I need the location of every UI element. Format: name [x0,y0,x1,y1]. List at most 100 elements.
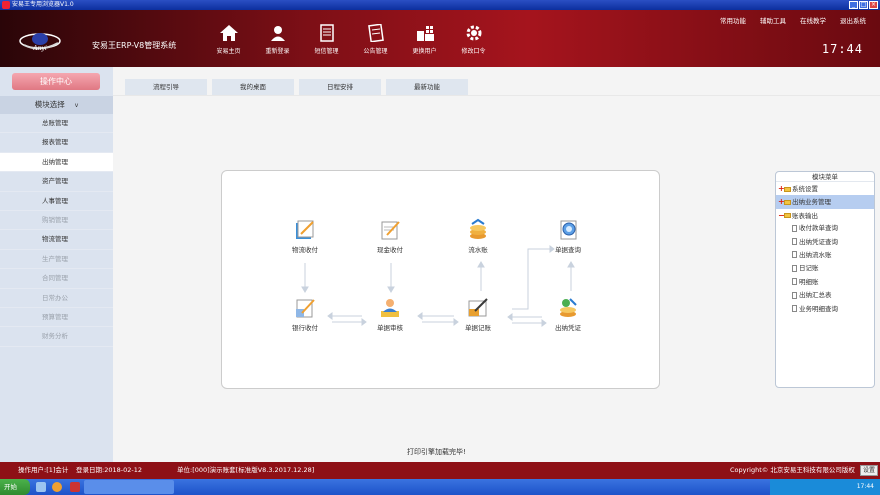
tab-new-features[interactable]: 最新功能 [386,79,468,95]
nav-relogin[interactable]: 重新登录 [253,24,302,55]
nav-switch-user[interactable]: 更换用户 [400,24,449,55]
flow-node-label: 物流收付 [292,246,318,254]
tree-item[interactable]: 明细账 [776,276,874,289]
window-controls: _ □ × [849,1,878,9]
module-select[interactable]: 模块选择 v [0,96,113,114]
brand-logo-icon: Anyi [19,33,61,52]
flow-node-yinhang-shoufu[interactable]: 银行收付 [275,296,335,332]
close-icon[interactable]: × [869,1,878,9]
nav-label: 更换用户 [412,48,437,55]
sidebar-item[interactable]: 出纳管理 [0,152,113,173]
sidebar-item[interactable]: 资产管理 [0,172,113,192]
flow-node-label: 流水账 [468,246,488,254]
app-header: Anyi 安易王ERP-V8管理系统 安易主页 重新登录 短信管理 公告管理 更… [0,10,880,67]
document-icon [792,278,797,286]
cash-document-icon [381,221,400,240]
folder-icon [784,186,791,192]
nav-label: 修改口令 [461,48,486,55]
tree-item[interactable]: 业务明细查询 [776,303,874,316]
ledger-stack-icon [470,218,486,239]
tree-item[interactable]: + 出纳业务管理 [776,195,874,209]
nav-label: 短信管理 [314,48,339,55]
sidebar-item[interactable]: 预算管理 [0,308,113,328]
tree-item[interactable]: 日记账 [776,262,874,275]
sidebar-item[interactable]: 报表管理 [0,133,113,153]
sidebar-item[interactable]: 物流管理 [0,230,113,250]
nav-change-password[interactable]: 修改口令 [449,24,498,55]
tab-schedule[interactable]: 日程安排 [299,79,381,95]
module-menu-tree: + 系统设置 + 出纳业务管理 − 账表输出 收付款单查询出纳凭证查询出纳流水账日记账明细账… [776,182,874,316]
document-icon [792,291,797,299]
payment-document-icon [296,220,314,239]
sidebar-item[interactable]: 生产管理 [0,250,113,270]
system-name: 安易王ERP-V8管理系统 [92,41,177,50]
sidebar-item[interactable]: 财务分析 [0,327,113,347]
nav-sms[interactable]: 短信管理 [302,24,351,55]
sidebar-item[interactable]: 总账管理 [0,114,113,134]
browser-icon[interactable] [52,482,62,492]
chevron-down-icon: v [74,102,79,109]
sidebar-item[interactable]: 合同管理 [0,269,113,289]
status-bar: 操作用户:[1]会计 登录日期:2018-02-12 单位:[000]演示账套[… [0,462,880,479]
tree-item-label: 出纳业务管理 [792,198,831,207]
os-taskbar: 开始 17:44 [0,479,880,495]
link-online-teaching[interactable]: 在线教学 [800,15,826,25]
audit-user-icon [381,299,399,317]
status-message: 打印引擎加载完毕! [407,448,466,456]
tab-my-desktop[interactable]: 我的桌面 [212,79,294,95]
flow-node-danju-shenhe[interactable]: 单据审核 [360,296,420,332]
link-exit-system[interactable]: 退出系统 [840,15,866,25]
tree-item-label: 出纳汇总表 [799,291,832,300]
document-icon [792,251,797,259]
unit-info: 单位:[000]演示账套[标准版V8.3.2017.12.28] [177,466,315,474]
switch-user-icon [416,26,434,41]
flow-node-danju-jizhang[interactable]: 单据记账 [448,296,508,332]
tree-item[interactable]: 收付款单查询 [776,222,874,235]
module-menu-panel: 模块菜单 + 系统设置 + 出纳业务管理 − 账表输出 收付款单查询 出纳凭证查询 出纳流水账日… [775,171,875,388]
start-button[interactable]: 开始 [0,479,30,495]
tree-item-label: 日记账 [799,264,819,273]
window-title: 安易王专用浏览器V1.0 [12,1,74,8]
taskbar-window-button[interactable] [84,480,174,494]
tree-item-label: 业务明细查询 [799,304,838,313]
flow-node-label: 出纳凭证 [555,324,581,332]
operation-center-button[interactable]: 操作中心 [12,73,100,90]
link-aux-tools[interactable]: 辅助工具 [760,15,786,25]
document-search-icon [560,220,577,240]
sidebar-item[interactable]: 购销管理 [0,211,113,231]
minimize-icon[interactable]: _ [849,1,858,9]
flow-node-liushuizhang[interactable]: 流水账 [448,218,508,254]
relogin-icon [270,26,285,41]
tree-item[interactable]: + 系统设置 [776,182,874,195]
flow-connectors [301,245,575,327]
nav-home[interactable]: 安易主页 [204,24,253,55]
flow-node-wuliu-shoufu[interactable]: 物流收付 [275,218,335,254]
tree-item[interactable]: 出纳凭证查询 [776,236,874,249]
tree-item[interactable]: 出纳汇总表 [776,289,874,302]
operator-info: 操作用户:[1]会计 [18,466,69,474]
svg-text:Anyi: Anyi [32,45,47,52]
folder-icon [784,213,791,219]
flow-node-danju-chaxun[interactable]: 单据查询 [538,218,598,254]
tree-item-label: 账表输出 [792,211,818,220]
nav-notice[interactable]: 公告管理 [351,24,400,55]
nav-label: 安易主页 [216,48,241,55]
notice-icon [367,24,384,42]
sidebar-item[interactable]: 日常办公 [0,289,113,308]
tab-process-guide[interactable]: 流程引导 [125,79,207,95]
main-nav: 安易主页 重新登录 短信管理 公告管理 更换用户 修改口令 [204,24,498,55]
maximize-icon[interactable]: □ [859,1,868,9]
cashier-voucher-icon [560,298,577,317]
nav-label: 重新登录 [265,48,290,55]
tree-item[interactable]: 出纳流水账 [776,249,874,262]
flow-node-xianjin-shoufu[interactable]: 现金收付 [360,218,420,254]
sms-icon [319,24,334,42]
sidebar-item[interactable]: 人事管理 [0,192,113,211]
settings-button[interactable]: 设置 [860,465,878,476]
quicklaunch-icon[interactable] [36,482,46,492]
tree-item-label: 出纳凭证查询 [799,237,838,246]
link-common-functions[interactable]: 常用功能 [720,15,746,25]
tree-item[interactable]: − 账表输出 [776,209,874,222]
flow-node-chuna-pingzheng[interactable]: 出纳凭证 [538,296,598,332]
app-taskbar-icon[interactable] [70,482,80,492]
